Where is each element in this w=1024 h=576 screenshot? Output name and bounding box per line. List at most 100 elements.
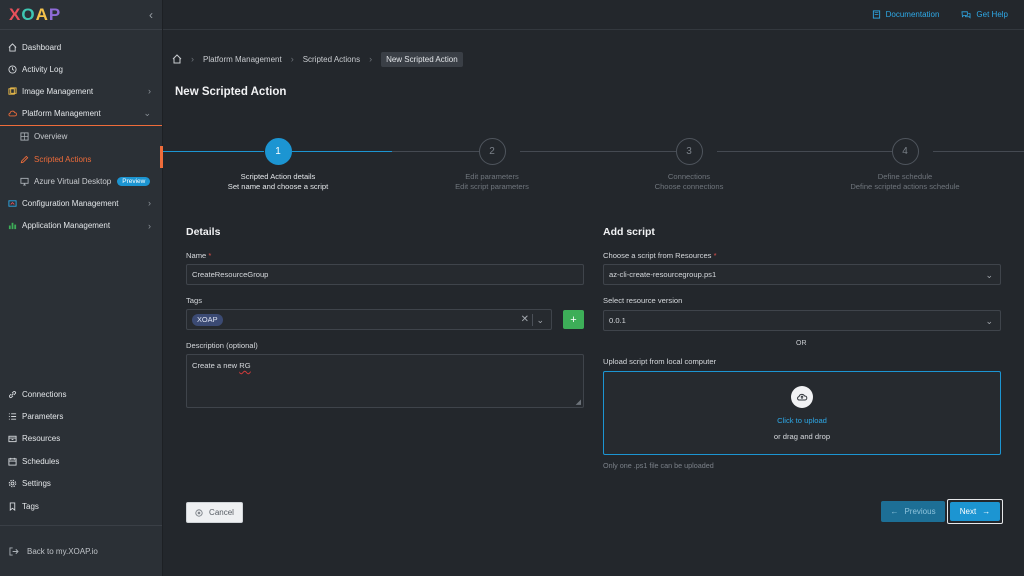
clear-icon[interactable]: ✕ (521, 314, 529, 325)
resize-handle-icon[interactable]: ◢ (576, 398, 581, 406)
chevron-right-icon: › (191, 54, 194, 64)
preview-badge: Preview (117, 177, 151, 187)
sidebar-item-configuration-management[interactable]: Configuration Management › (0, 193, 162, 215)
or-divider: OR (796, 340, 807, 347)
step-subtitle: Edit script parameters (455, 182, 529, 191)
chevron-right-icon: › (290, 54, 294, 64)
sidebar-item-settings[interactable]: Settings (0, 473, 162, 495)
tag-chip[interactable]: XOAP (192, 313, 223, 326)
pen-icon (20, 155, 29, 164)
list-icon (8, 412, 17, 421)
step-title: Define schedule (877, 172, 933, 181)
step-number: 4 (891, 138, 919, 165)
monitor-icon (20, 177, 29, 186)
sidebar-item-label: Connections (22, 389, 67, 399)
calendar-icon (8, 457, 17, 466)
tags-label: Tags (186, 296, 203, 305)
breadcrumb-item[interactable]: Platform Management (203, 55, 282, 64)
breadcrumb-current: New Scripted Action (381, 51, 463, 67)
step-2[interactable]: 2 Edit parameters Edit script parameters (407, 138, 577, 192)
sidebar-item-label: Azure Virtual Desktop (34, 177, 112, 187)
tags-select[interactable]: XOAP ✕ ⌄ (186, 309, 552, 330)
sidebar-item-overview[interactable]: Overview (0, 126, 162, 148)
cloud-icon (8, 109, 17, 118)
sidebar-item-application-management[interactable]: Application Management › (0, 215, 162, 237)
main-nav: Dashboard Activity Log Image Management … (0, 30, 162, 238)
next-button[interactable]: Next → (950, 502, 1000, 521)
step-1[interactable]: 1 Scripted Action details Set name and c… (193, 138, 363, 192)
layers-icon (8, 87, 17, 96)
xoap-logo[interactable]: X O A P (9, 5, 61, 25)
upload-icon (791, 385, 813, 408)
version-select[interactable]: 0.0.1 ⌄ (603, 310, 1001, 331)
sidebar-item-scripted-actions[interactable]: Scripted Actions (0, 148, 162, 170)
step-4[interactable]: 4 Define schedule Define scripted action… (820, 138, 990, 192)
sidebar-item-parameters[interactable]: Parameters (0, 405, 162, 427)
chevron-down-icon: ⌄ (143, 108, 151, 119)
arrow-left-icon: ← (890, 507, 899, 516)
exit-icon (9, 546, 19, 556)
sidebar-item-label: Resources (22, 434, 61, 444)
sidebar-item-platform-management[interactable]: Platform Management ⌄ (0, 103, 162, 126)
logo-letter: X (9, 4, 22, 24)
details-section-title: Details (186, 226, 221, 238)
sidebar-item-label: Platform Management (22, 109, 101, 119)
sidebar-item-label: Configuration Management (22, 198, 119, 208)
description-label: Description (optional) (186, 341, 258, 350)
page-title: New Scripted Action (175, 86, 287, 98)
gear-icon (8, 479, 17, 488)
step-subtitle: Define scripted actions schedule (850, 182, 960, 191)
sidebar-item-schedules[interactable]: Schedules (0, 450, 162, 472)
gauge-icon (8, 199, 17, 208)
back-label: Back to my.XOAP.io (27, 546, 98, 556)
name-field[interactable]: CreateResourceGroup (186, 264, 584, 285)
documentation-label: Documentation (885, 10, 940, 19)
sidebar-item-label: Overview (34, 132, 68, 142)
get-help-label: Get Help (976, 10, 1008, 19)
sidebar-item-label: Schedules (22, 456, 60, 466)
documentation-link[interactable]: Documentation (872, 10, 940, 19)
logo-letter: A (35, 4, 49, 24)
description-misspelled-word: RG (239, 361, 251, 370)
sidebar-item-activity-log[interactable]: Activity Log (0, 58, 162, 80)
step-number: 1 (264, 138, 292, 165)
logo-letter: O (21, 4, 36, 24)
chevron-down-icon[interactable]: ⌄ (536, 315, 544, 326)
required-marker: * (208, 251, 212, 260)
back-to-xoap-link[interactable]: Back to my.XOAP.io (0, 525, 162, 576)
logo-letter: P (48, 4, 62, 24)
description-field[interactable]: Create a new RG ◢ (186, 354, 584, 408)
sidebar-item-image-management[interactable]: Image Management › (0, 81, 162, 103)
select-divider (532, 314, 533, 326)
help-icon (961, 10, 971, 19)
script-select-value: az-cli-create-resourcegroup.ps1 (609, 270, 717, 279)
chevron-left-icon[interactable]: ‹ (149, 8, 153, 22)
sidebar-item-connections[interactable]: Connections (0, 383, 162, 405)
chevron-right-icon: › (148, 220, 151, 231)
link-icon (8, 390, 17, 399)
breadcrumb-item[interactable]: Scripted Actions (303, 55, 360, 64)
cancel-circle-icon (195, 508, 203, 517)
get-help-link[interactable]: Get Help (961, 10, 1008, 19)
book-icon (872, 10, 881, 19)
choose-script-label-text: Choose a script from Resources (603, 251, 712, 260)
version-select-value: 0.0.1 (609, 316, 626, 325)
sidebar-item-tags[interactable]: Tags (0, 495, 162, 517)
cancel-button[interactable]: Cancel (186, 502, 243, 523)
script-select[interactable]: az-cli-create-resourcegroup.ps1 ⌄ (603, 264, 1001, 285)
sidebar-item-label: Parameters (22, 412, 64, 422)
previous-button[interactable]: ← Previous (881, 501, 945, 522)
upload-dropzone[interactable]: Click to upload or drag and drop (603, 371, 1001, 455)
add-tag-button[interactable]: + (563, 310, 584, 329)
sidebar-item-label: Dashboard (22, 42, 62, 52)
sidebar-item-azure-virtual-desktop[interactable]: Azure Virtual Desktop Preview (0, 170, 162, 192)
chevron-right-icon: › (148, 198, 151, 209)
top-bar: Documentation Get Help (163, 0, 1024, 30)
description-prefix: Create a new (192, 361, 240, 370)
sidebar-item-dashboard[interactable]: Dashboard (0, 36, 162, 58)
step-3[interactable]: 3 Connections Choose connections (604, 138, 774, 192)
click-to-upload-link[interactable]: Click to upload (777, 416, 827, 425)
logo-row: X O A P ‹ (0, 0, 162, 30)
sidebar-item-resources[interactable]: Resources (0, 428, 162, 450)
home-icon[interactable] (172, 54, 182, 64)
